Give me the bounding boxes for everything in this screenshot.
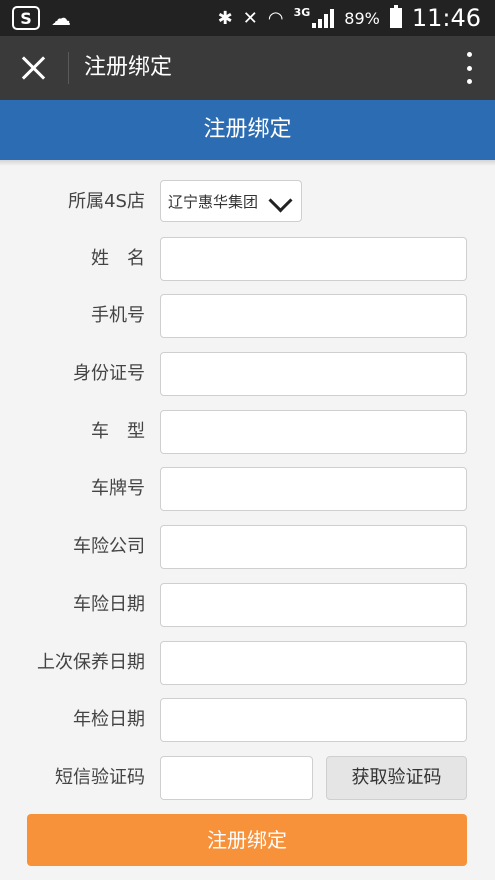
dealer-label: 所属4S店	[68, 191, 145, 212]
sms-row: 短信验证码 获取验证码	[0, 756, 495, 800]
app-s-icon: S	[12, 6, 40, 30]
dealer-select[interactable]: 辽宁惠华集团	[160, 180, 302, 222]
plate-row: 车牌号	[0, 467, 495, 511]
insurance-date-input[interactable]	[160, 583, 467, 627]
app-bar: 注册绑定	[0, 36, 495, 100]
app-bar-divider	[68, 52, 69, 84]
battery-icon	[389, 5, 402, 28]
dealer-select-value: 辽宁惠华集团	[168, 192, 259, 211]
last-service-input[interactable]	[160, 641, 467, 685]
status-indicators: ✱ ✕ ◠ 3G 89% 11:46	[218, 4, 481, 32]
chevron-down-icon	[268, 188, 293, 213]
insurer-row: 车险公司	[0, 525, 495, 569]
insurance-date-label: 车险日期	[73, 594, 145, 615]
name-row: 姓 名	[0, 237, 495, 281]
model-row: 车 型	[0, 410, 495, 454]
bluetooth-icon: ✱	[217, 7, 233, 29]
inspection-row: 年检日期	[0, 698, 495, 742]
silent-icon: ✕	[242, 7, 258, 29]
insurance-date-row: 车险日期	[0, 583, 495, 627]
name-label: 姓 名	[91, 248, 145, 269]
insurer-input[interactable]	[160, 525, 467, 569]
close-icon[interactable]	[18, 52, 50, 84]
sms-code-input[interactable]	[160, 756, 313, 800]
sms-code-label: 短信验证码	[55, 767, 145, 788]
page-title: 注册绑定	[0, 100, 495, 160]
car-model-label: 车 型	[91, 421, 145, 442]
app-bar-title: 注册绑定	[84, 55, 173, 80]
dealer-row: 所属4S店 辽宁惠华集团	[0, 180, 495, 224]
signal-icon	[312, 8, 335, 28]
last-service-label: 上次保养日期	[37, 652, 145, 673]
phone-input[interactable]	[160, 294, 467, 338]
more-options-icon[interactable]	[465, 52, 473, 84]
network-type: 3G	[293, 5, 311, 19]
id-row: 身份证号	[0, 352, 495, 396]
cloud-alert-icon: ☁	[51, 6, 71, 30]
battery-level: 89%	[344, 8, 380, 28]
plate-number-input[interactable]	[160, 467, 467, 511]
inspection-date-label: 年检日期	[73, 709, 145, 730]
car-model-input[interactable]	[160, 410, 467, 454]
clock: 11:46	[411, 4, 481, 32]
header-shadow	[0, 160, 495, 166]
last-service-row: 上次保养日期	[0, 641, 495, 685]
phone-row: 手机号	[0, 294, 495, 338]
id-number-input[interactable]	[160, 352, 467, 396]
id-number-label: 身份证号	[73, 363, 145, 384]
wifi-icon: ◠	[267, 7, 284, 29]
plate-number-label: 车牌号	[91, 478, 145, 499]
name-input[interactable]	[160, 237, 467, 281]
get-code-button[interactable]: 获取验证码	[326, 756, 467, 800]
insurer-label: 车险公司	[73, 536, 145, 557]
register-button[interactable]: 注册绑定	[27, 814, 467, 866]
inspection-date-input[interactable]	[160, 698, 467, 742]
status-bar: S ☁ ✱ ✕ ◠ 3G 89% 11:46	[0, 0, 495, 36]
phone-label: 手机号	[91, 305, 145, 326]
